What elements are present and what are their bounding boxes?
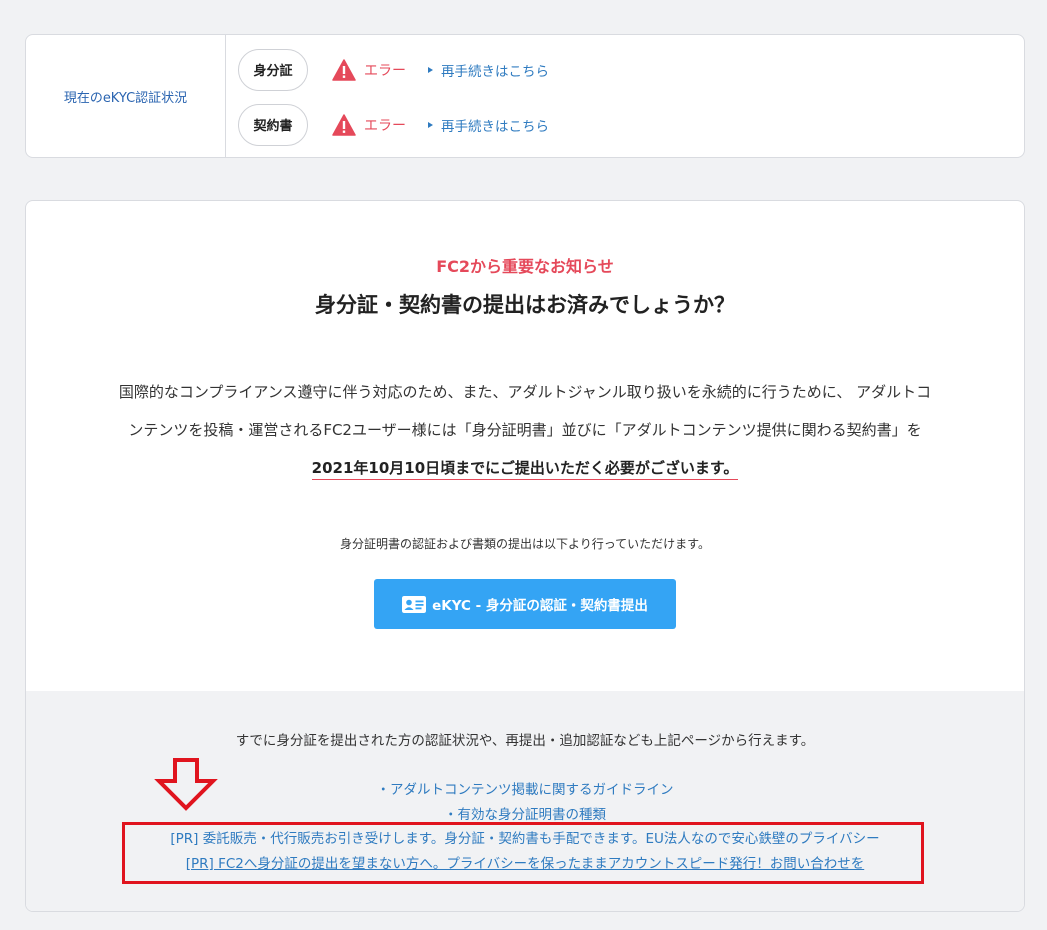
pr-account-link[interactable]: [PR] FC2へ身分証の提出を望まない方へ。プライバシーを保ったままアカウント…	[26, 852, 1024, 872]
notice-body-line2: ンテンツを投稿・運営されるFC2ユーザー様には「身分証明書」並びに「アダルトコン…	[128, 421, 922, 439]
notice-subtitle: FC2から重要なお知らせ	[436, 257, 614, 276]
redo-link-id[interactable]: 再手続きはこちら	[428, 60, 549, 80]
status-row-contract: 契約書 エラー 再手続きはこちら	[238, 97, 1024, 152]
status-rows: 身分証 エラー 再手続きはこちら 契約書 エラー 再手続きはこちら	[226, 35, 1024, 157]
error-status-text: エラー	[364, 117, 406, 134]
status-row-id: 身分証 エラー 再手続きはこちら	[238, 42, 1024, 97]
error-status-text: エラー	[364, 62, 406, 79]
warning-triangle-icon	[332, 113, 356, 136]
notice-card: FC2から重要なお知らせ 身分証・契約書の提出はお済みでしょうか？ 国際的なコン…	[25, 200, 1025, 912]
notice-body: 国際的なコンプライアンス遵守に伴う対応のため、また、アダルトジャンル取り扱いを永…	[66, 373, 984, 487]
ekyc-button-label: eKYC - 身分証の認証・契約書提出	[432, 598, 648, 614]
status-label: 現在のeKYC認証状況	[26, 35, 226, 157]
redo-link-contract[interactable]: 再手続きはこちら	[428, 115, 549, 135]
redo-link-label: 再手続きはこちら	[441, 118, 549, 135]
triangle-right-icon	[428, 66, 433, 73]
doc-badge-id: 身分証	[238, 48, 308, 91]
id-card-icon	[402, 595, 427, 613]
ekyc-submit-button[interactable]: eKYC - 身分証の認証・契約書提出	[374, 579, 676, 629]
guideline-link[interactable]: ・アダルトコンテンツ掲載に関するガイドライン	[26, 778, 1024, 798]
pr-consignment-link[interactable]: [PR] 委託販売・代行販売お引き受けします。身分証・契約書も手配できます。EU…	[26, 827, 1024, 847]
notice-hint: 身分証明書の認証および書類の提出は以下より行っていただけます。	[340, 537, 710, 551]
notice-footer: すでに身分証を提出された方の認証状況や、再提出・追加認証なども上記ページから行え…	[26, 691, 1024, 911]
doc-badge-contract: 契約書	[238, 103, 308, 146]
notice-main: FC2から重要なお知らせ 身分証・契約書の提出はお済みでしょうか？ 国際的なコン…	[26, 201, 1024, 691]
footer-note: すでに身分証を提出された方の認証状況や、再提出・追加認証なども上記ページから行え…	[235, 733, 815, 749]
deadline-text: 2021年10月10日頃までにご提出いただく必要がございます。	[311, 459, 739, 480]
triangle-right-icon	[428, 121, 433, 128]
redo-link-label: 再手続きはこちら	[441, 63, 549, 80]
ekyc-status-card: 現在のeKYC認証状況 身分証 エラー 再手続きはこちら 契約書 エラー 再手続…	[25, 34, 1025, 158]
id-types-link[interactable]: ・有効な身分証明書の種類	[26, 803, 1024, 823]
notice-title: 身分証・契約書の提出はお済みでしょうか？	[315, 293, 735, 317]
notice-body-line1: 国際的なコンプライアンス遵守に伴う対応のため、また、アダルトジャンル取り扱いを永…	[118, 383, 932, 401]
warning-triangle-icon	[332, 58, 356, 81]
